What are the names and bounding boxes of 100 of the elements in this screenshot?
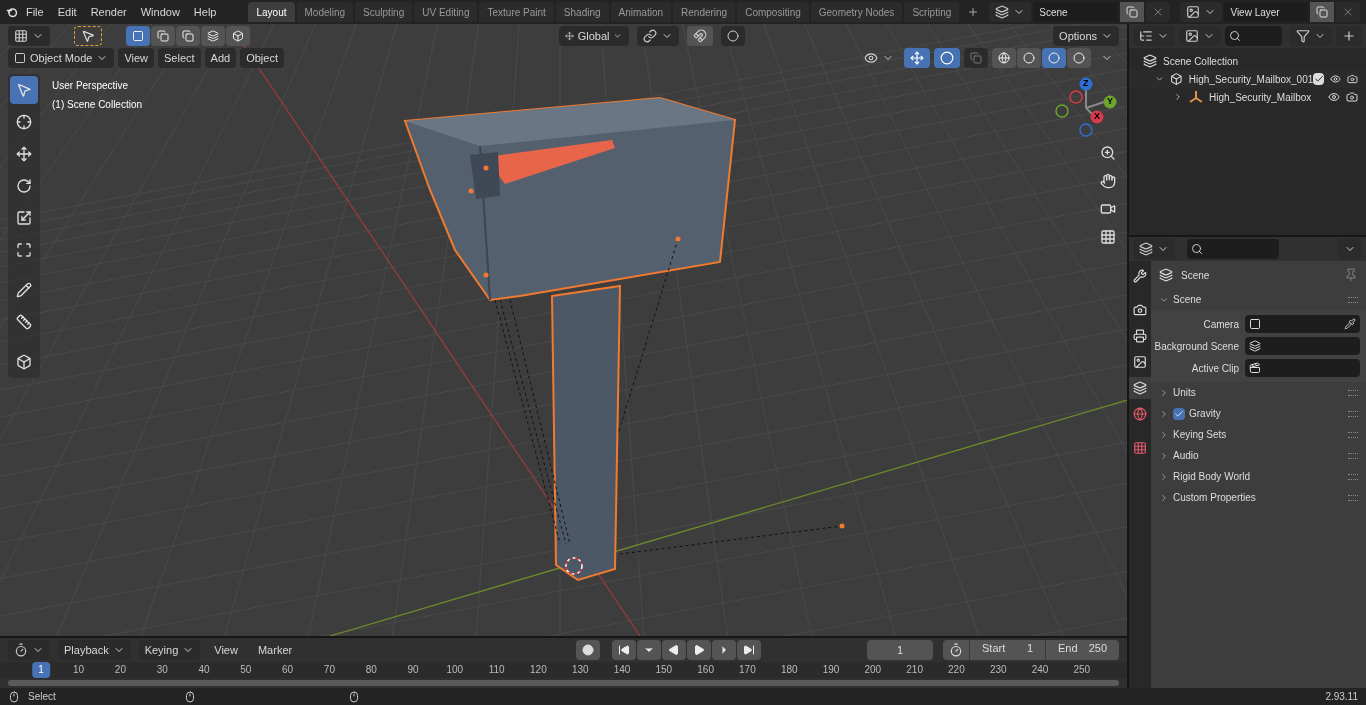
end-frame-field[interactable]: End 250 xyxy=(1045,640,1119,660)
playback-button[interactable] xyxy=(612,640,637,660)
panel-header[interactable]: Custom Properties xyxy=(1151,487,1366,508)
menu-item[interactable]: Marker xyxy=(251,640,299,660)
menu-item[interactable]: View xyxy=(118,48,155,68)
drag-handle-icon[interactable] xyxy=(1348,296,1358,303)
scene-browse-button[interactable] xyxy=(989,2,1032,22)
current-frame-field[interactable]: 1 xyxy=(867,640,933,660)
search-field[interactable] xyxy=(1187,239,1279,259)
panel-header[interactable]: Audio xyxy=(1151,445,1366,466)
properties-tab[interactable] xyxy=(1129,377,1151,399)
workspace-tab[interactable]: Layout xyxy=(248,2,295,22)
menu-item[interactable]: Select xyxy=(158,48,201,68)
panel-checkbox[interactable] xyxy=(1173,407,1185,420)
workspace-tab[interactable]: Compositing xyxy=(737,2,809,22)
menu-item[interactable]: Render xyxy=(84,2,133,22)
xray-toggle[interactable] xyxy=(964,48,988,68)
search-icon xyxy=(1191,243,1203,255)
view-layer-name-field[interactable]: View Layer xyxy=(1224,2,1308,22)
preview-range-toggle[interactable] xyxy=(943,640,969,660)
menu-item[interactable]: Help xyxy=(187,2,223,22)
record-toggle[interactable] xyxy=(576,640,601,660)
drag-handle-icon[interactable] xyxy=(1348,452,1358,459)
snap-toggle[interactable] xyxy=(686,26,713,46)
playback-button[interactable] xyxy=(687,640,712,660)
new-scene-button[interactable] xyxy=(1120,2,1145,22)
menu-item[interactable]: View xyxy=(208,640,244,660)
delete-scene-button[interactable] xyxy=(1146,2,1171,22)
panel-header[interactable]: Scene xyxy=(1151,289,1366,310)
drag-handle-icon[interactable] xyxy=(1348,494,1358,501)
scene-name-field[interactable]: Scene xyxy=(1033,2,1119,22)
playback-button[interactable] xyxy=(737,640,762,660)
workspace-tab[interactable]: Modeling xyxy=(296,2,354,22)
object-field[interactable] xyxy=(1245,337,1360,355)
frame-ruler[interactable]: 1 10 20 30 40 50 60 70 80 90 100 110 120 130 140 150 160 170 180 190 200 210 220 230 240 250 xyxy=(0,662,1127,678)
playback-button[interactable] xyxy=(712,640,737,660)
3d-viewport[interactable]: Global Options Object Mode View Select Add Object User Perspective (1) Scene Collection Z Y X xyxy=(0,24,1127,636)
options-dropdown[interactable]: Options xyxy=(1053,26,1119,46)
workspace-tab[interactable]: Geometry Nodes xyxy=(810,2,903,22)
menu-item[interactable]: File xyxy=(19,2,50,22)
object-field[interactable] xyxy=(1245,315,1360,333)
menu-item[interactable]: Edit xyxy=(51,2,83,22)
panel-header[interactable]: Rigid Body World xyxy=(1151,466,1366,487)
selection-mode-button[interactable] xyxy=(201,26,225,46)
panel-header[interactable]: Keying Sets xyxy=(1151,424,1366,445)
selection-mode-button[interactable] xyxy=(151,26,175,46)
workspace-tab[interactable]: Rendering xyxy=(673,2,736,22)
workspace-tab[interactable]: Sculpting xyxy=(355,2,413,22)
move-tool-icon xyxy=(16,146,32,162)
tweak-tool-button[interactable] xyxy=(74,26,102,46)
overlay-toggle[interactable] xyxy=(934,48,960,68)
new-view-layer-button[interactable] xyxy=(1310,2,1334,22)
drag-handle-icon[interactable] xyxy=(1348,410,1358,417)
gizmo-toggle[interactable] xyxy=(904,48,930,68)
editor-type-button[interactable] xyxy=(8,26,50,46)
workspace-tab[interactable]: Scripting xyxy=(904,2,960,22)
menu-item[interactable]: Playback xyxy=(58,640,131,660)
playback-button[interactable] xyxy=(637,640,662,660)
selection-mode-button[interactable] xyxy=(126,26,150,46)
workspace-tab[interactable]: UV Editing xyxy=(414,2,478,22)
scroll-bar[interactable] xyxy=(8,680,1119,686)
proportional-edit-toggle[interactable] xyxy=(720,26,745,46)
view-layer-browse-button[interactable] xyxy=(1180,2,1223,22)
menu-item[interactable]: Window xyxy=(134,2,186,22)
drag-handle-icon[interactable] xyxy=(1348,389,1358,396)
menu-item[interactable]: Object xyxy=(240,48,284,68)
drag-handle-icon[interactable] xyxy=(1348,473,1358,480)
delete-view-layer-button[interactable] xyxy=(1336,2,1360,22)
filter-button[interactable] xyxy=(1290,26,1332,46)
mode-dropdown[interactable]: Object Mode xyxy=(8,48,115,68)
camera-icon xyxy=(1346,91,1358,103)
new-collection-button[interactable] xyxy=(1336,26,1362,46)
exclude-checkbox[interactable] xyxy=(1313,73,1325,85)
transform-orientation-dropdown[interactable]: Global xyxy=(558,26,629,46)
shading-mode-button[interactable] xyxy=(1017,48,1041,68)
drag-handle-icon[interactable] xyxy=(1348,431,1358,438)
workspace-tab[interactable]: Texture Paint xyxy=(479,2,554,22)
tool-button[interactable] xyxy=(10,76,38,104)
playback-button[interactable] xyxy=(662,640,687,660)
shading-mode-button[interactable] xyxy=(1067,48,1091,68)
editor-type-button[interactable] xyxy=(1133,239,1175,259)
shading-mode-button[interactable] xyxy=(992,48,1016,68)
options-button[interactable] xyxy=(1338,239,1362,259)
panel-header[interactable]: Gravity xyxy=(1151,403,1366,424)
pivot-dropdown[interactable] xyxy=(636,26,679,46)
selection-mode-button[interactable] xyxy=(226,26,250,46)
object-field[interactable] xyxy=(1245,359,1360,377)
editor-type-button[interactable] xyxy=(1133,26,1175,46)
start-frame-field[interactable]: Start 1 xyxy=(969,640,1045,660)
panel-header[interactable]: Units xyxy=(1151,382,1366,403)
editor-type-button[interactable] xyxy=(8,640,50,660)
menu-item[interactable]: Add xyxy=(204,48,237,68)
search-field[interactable] xyxy=(1225,26,1282,46)
workspace-tab[interactable]: Animation xyxy=(610,2,672,22)
workspace-tab[interactable]: Shading xyxy=(555,2,609,22)
shading-mode-button[interactable] xyxy=(1042,48,1066,68)
selection-mode-button[interactable] xyxy=(176,26,200,46)
menu-item[interactable]: Keying xyxy=(138,640,201,660)
display-mode-button[interactable] xyxy=(1179,26,1221,46)
frame-number: 180 xyxy=(780,663,798,677)
